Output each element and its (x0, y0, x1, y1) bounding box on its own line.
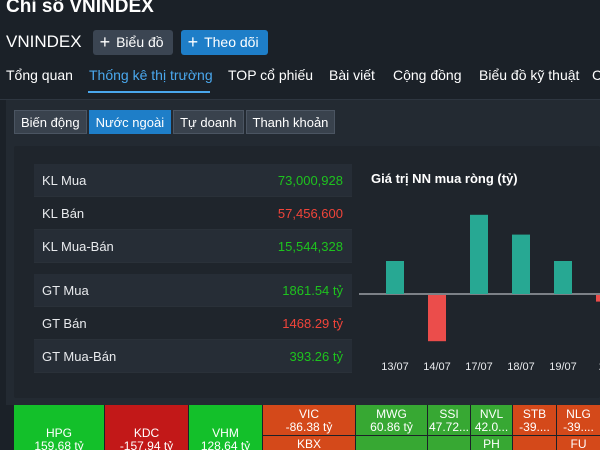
active-tab-indicator (88, 91, 210, 93)
subtab-liquidity[interactable]: Thanh khoản (245, 110, 336, 134)
stat-row-value-sell: GT Bán 1468.29 tỷ (34, 307, 352, 340)
tab-market-stats[interactable]: Thống kê thị trường (89, 67, 213, 83)
sub-tabs: Biến động Nước ngoài Tự doanh Thanh khoả… (14, 110, 337, 134)
chart-bar-2 (470, 214, 488, 294)
heatmap-cell-kbx[interactable]: KBX (263, 436, 355, 450)
subtab-proprietary[interactable]: Tự doanh (173, 110, 244, 134)
subtab-foreign[interactable]: Nước ngoài (88, 110, 172, 134)
heatmap-value: -86.38 tỷ (285, 420, 333, 434)
heatmap-value: -39.... (563, 420, 594, 434)
stat-label: KL Bán (42, 205, 85, 221)
chart-title: Giá trị NN mua ròng (tỷ) (371, 171, 518, 186)
stat-label: GT Bán (42, 315, 87, 331)
follow-button-label: Theo dõi (204, 34, 259, 50)
heatmap-value: 42.0... (474, 420, 509, 434)
chart-x-tick-label: 19/07 (549, 361, 577, 373)
chart-bar-4 (554, 261, 572, 294)
heatmap-symbol: FU (570, 437, 587, 450)
main-tabs: Tổng quan Thống kê thị trường TOP cổ phi… (0, 64, 600, 94)
foreign-net-heatmap: HPG 159.68 tỷ KDC -157.94 tỷ VHM 128.64 tỷ VIC… (14, 405, 600, 450)
symbol-label: VNINDEX (6, 32, 82, 51)
stat-row-volume-sell: KL Bán 57,456,600 (34, 197, 352, 230)
heatmap-cell-hpg[interactable]: HPG 159.68 tỷ (14, 405, 104, 450)
subtab-volatility[interactable]: Biến động (14, 110, 87, 134)
tab-technical-chart[interactable]: Biểu đồ kỹ thuật (479, 67, 579, 83)
stat-value: 57,456,600 (277, 205, 343, 221)
heatmap-cell-vic[interactable]: VIC -86.38 tỷ (263, 405, 355, 435)
heatmap-cell-stb[interactable]: STB -39.... (513, 405, 556, 435)
heatmap-value: 47.72... (428, 420, 470, 434)
tab-top-stocks[interactable]: TOP cổ phiếu (228, 67, 313, 83)
stat-row-volume-buy: KL Mua 73,000,928 (34, 164, 352, 197)
foreign-stats-table: KL Mua 73,000,928 KL Bán 57,456,600 KL M… (34, 164, 352, 373)
heatmap-value: 60.86 tỷ (370, 420, 413, 434)
heatmap-cell-vhm[interactable]: VHM 128.64 tỷ (189, 405, 262, 450)
stat-value: 393.26 tỷ (289, 348, 344, 364)
net-foreign-bar-chart: 13/0714/0717/0718/0719/0720 (359, 214, 600, 373)
heatmap-cell-ph[interactable]: PH (471, 436, 512, 450)
stat-label: GT Mua-Bán (42, 348, 117, 364)
heatmap-cell-nvl[interactable]: NVL 42.0... (471, 405, 512, 435)
heatmap-cell-11[interactable] (428, 436, 470, 450)
chart-x-tick-label: 17/07 (465, 361, 493, 373)
stat-value: 15,544,328 (277, 238, 343, 254)
stat-label: KL Mua-Bán (42, 238, 114, 254)
heatmap-value: 128.64 tỷ (200, 439, 251, 450)
chart-bar-0 (386, 261, 404, 294)
tab-more[interactable]: C (592, 67, 600, 83)
chart-bar-3 (512, 234, 530, 294)
heatmap-value: -157.94 tỷ (119, 439, 174, 450)
tab-community[interactable]: Cộng đồng (393, 67, 462, 83)
chart-x-tick-label: 13/07 (381, 361, 409, 373)
page-title: Chỉ số VNINDEX (6, 0, 154, 17)
chart-bar-5 (596, 295, 600, 302)
foreign-trading-content: KL Mua 73,000,928 KL Bán 57,456,600 KL M… (14, 146, 600, 398)
heatmap-symbol: PH (483, 437, 500, 450)
tab-articles[interactable]: Bài viết (329, 67, 375, 83)
stat-spacer (34, 263, 352, 274)
stat-row-volume-net: KL Mua-Bán 15,544,328 (34, 230, 352, 263)
stat-value: 1861.54 tỷ (282, 282, 343, 298)
heatmap-value: 159.68 tỷ (34, 439, 84, 450)
plus-icon: + (99, 32, 111, 52)
heatmap-cell-nlg[interactable]: NLG -39.... (557, 405, 600, 435)
stat-row-value-buy: GT Mua 1861.54 tỷ (34, 274, 352, 307)
stat-label: KL Mua (42, 172, 87, 188)
heatmap-cell-fu[interactable]: FU (557, 436, 600, 450)
tab-overview[interactable]: Tổng quan (6, 67, 73, 83)
follow-button[interactable]: + Theo dõi (180, 29, 268, 55)
chart-button-label: Biểu đồ (116, 34, 164, 50)
stat-row-value-net: GT Mua-Bán 393.26 tỷ (34, 340, 352, 373)
chart-x-tick-label: 14/07 (423, 361, 451, 373)
chart-button[interactable]: + Biểu đồ (92, 29, 173, 55)
heatmap-value: -39.... (519, 420, 550, 434)
chart-x-tick-label: 18/07 (507, 361, 535, 373)
heatmap-cell-mwg[interactable]: MWG 60.86 tỷ (356, 405, 427, 435)
plus-icon: + (187, 32, 199, 52)
stat-label: GT Mua (42, 282, 89, 298)
symbol-toolbar: VNINDEX + Biểu đồ + Theo dõi (6, 29, 276, 55)
chart-bar-1 (428, 295, 446, 342)
stat-value: 73,000,928 (277, 172, 343, 188)
heatmap-symbol: KBX (296, 437, 321, 450)
heatmap-cell-13[interactable] (513, 436, 556, 450)
heatmap-cell-ssi[interactable]: SSI 47.72... (428, 405, 470, 435)
heatmap-cell-10[interactable] (356, 436, 427, 450)
stat-value: 1468.29 tỷ (282, 315, 343, 331)
heatmap-cell-kdc[interactable]: KDC -157.94 tỷ (105, 405, 188, 450)
